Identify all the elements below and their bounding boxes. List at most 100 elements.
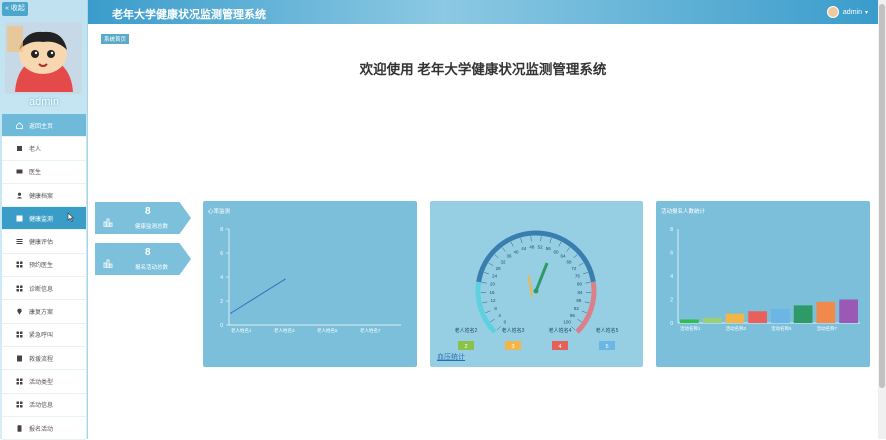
gauge-tick-label: 80 (577, 282, 583, 287)
blood-pressure-gauge: 0481216202428323640444852566064687276808… (430, 201, 643, 367)
gauge-tick-label: 16 (490, 290, 496, 295)
sidebar-item-signup[interactable]: 报名活动 (2, 417, 86, 440)
home-icon (16, 122, 23, 129)
scrollbar-thumb[interactable] (879, 4, 885, 388)
x-tick-label: 老人姓名5 (317, 327, 338, 334)
sidebar-item-label: 健康评估 (29, 237, 53, 246)
gauge-category-label: 老人姓名5 (596, 327, 619, 334)
gauge-category-label: 老人姓名2 (455, 327, 478, 334)
header-username: admin (843, 9, 862, 16)
gauge-tick-label: 100 (563, 320, 571, 325)
gauge-tick-label: 40 (514, 249, 520, 254)
sidebar-item-label: 医生 (29, 167, 41, 176)
grid-icon (16, 401, 23, 408)
sidebar-item-appointment[interactable]: 预约医生 (2, 254, 86, 277)
x-tick-label: 老人姓名7 (360, 327, 381, 334)
gauge-tick-label: 36 (507, 254, 513, 259)
chart-title[interactable]: 血压统计 (437, 352, 465, 362)
grid-icon (16, 285, 23, 292)
gauge-tick-label: 60 (553, 249, 559, 254)
sidebar-item-label: 健康监测 (29, 214, 53, 223)
gauge-tick-label: 28 (496, 266, 502, 271)
activity-bar (794, 305, 813, 323)
collapse-sidebar-button[interactable]: « 收起 (2, 2, 28, 16)
gauge-tick-label: 56 (546, 246, 552, 251)
gauge-value-label: 4 (558, 344, 561, 350)
breadcrumb[interactable]: 系统首页 (101, 34, 129, 44)
gauge-tick-label: 96 (570, 313, 576, 318)
sidebar-item-activity-type[interactable]: 活动类型 (2, 370, 86, 393)
sidebar-item-label: 诊断信息 (29, 284, 53, 293)
sidebar-item-label: 救援流程 (29, 354, 53, 363)
bar-chart-icon (103, 255, 113, 264)
y-tick-label: 2 (670, 298, 673, 304)
sidebar-item-health-record[interactable]: 健康档案 (2, 184, 86, 207)
x-tick-label: 活动名称7 (817, 325, 838, 332)
y-tick-label: 6 (220, 251, 223, 257)
app-title: 老年大学健康状况监测管理系统 (112, 6, 266, 22)
sidebar-item-rehab[interactable]: 康复方案 (2, 300, 86, 323)
y-tick-label: 8 (220, 227, 223, 233)
x-tick-label: 活动名称1 (680, 325, 701, 332)
profile-icon (16, 192, 23, 199)
user-menu[interactable]: admin ▾ (827, 6, 868, 18)
gauge-tick (585, 282, 590, 283)
stat-signup-total: 8 报名活动总数 (95, 243, 191, 275)
page-title: 欢迎使用 老年大学健康状况监测管理系统 (88, 58, 878, 78)
grid-icon (16, 261, 23, 268)
gauge-tick-label: 88 (576, 298, 582, 303)
activity-bar (726, 314, 745, 323)
gauge-tick (495, 255, 499, 258)
gauge-tick (489, 263, 493, 266)
sidebar-item-diagnosis[interactable]: 诊断信息 (2, 277, 86, 300)
y-tick-label: 4 (670, 274, 673, 280)
avatar[interactable] (5, 22, 82, 94)
data-point (284, 279, 286, 281)
page-scrollbar[interactable] (878, 0, 886, 439)
mouse-cursor-icon (67, 212, 75, 224)
gauge-value-label: 3 (511, 344, 514, 350)
heart-rate-series-line (231, 279, 285, 313)
stat-value: 8 (145, 206, 151, 217)
sidebar-item-elderly[interactable]: 老人 (2, 137, 86, 160)
sidebar-item-doctor[interactable]: 医生 (2, 161, 86, 184)
gauge-tick (571, 326, 575, 330)
x-tick-label: 活动名称3 (726, 325, 747, 332)
sidebar-item-health-assessment[interactable]: 健康评估 (2, 230, 86, 253)
x-tick-label: 老人姓名1 (231, 327, 252, 334)
sidebar-item-health-monitor[interactable]: 健康监测 (2, 207, 86, 230)
stat-label: 健康监测总数 (135, 222, 168, 230)
sidebar-item-rescue[interactable]: 救援流程 (2, 347, 86, 370)
activity-bar (839, 300, 858, 324)
gauge-tick (511, 242, 513, 246)
gauge-tick-label: 12 (491, 298, 497, 303)
pin-icon (16, 308, 23, 315)
gauge-tick-label: 52 (538, 245, 544, 250)
y-tick-label: 4 (220, 275, 223, 281)
sidebar-item-emergency[interactable]: 紧急呼叫 (2, 324, 86, 347)
gauge-tick-label: 20 (490, 282, 496, 287)
sidebar-item-home[interactable]: 返回主页 (2, 114, 86, 137)
sidebar-item-label: 紧急呼叫 (29, 330, 53, 339)
sidebar-item-label: 预约医生 (29, 260, 53, 269)
stat-value: 8 (145, 247, 151, 258)
avatar-cartoon-icon (5, 22, 82, 94)
gauge-tick (582, 311, 587, 313)
sidebar: « 收起 admin 返回主页 老人 医生 (0, 0, 88, 439)
gauge-tick (491, 319, 495, 322)
gauge-tick (577, 319, 581, 322)
gauge-category-label: 老人姓名4 (549, 327, 572, 334)
file-icon (16, 355, 23, 362)
sidebar-item-label: 报名活动 (29, 424, 53, 433)
gauge-value-label: 2 (464, 344, 467, 350)
gauge-needle-secondary (529, 276, 532, 297)
sidebar-item-activity-info[interactable]: 活动信息 (2, 394, 86, 417)
top-header: 老年大学健康状况监测管理系统 admin ▾ (88, 0, 878, 24)
gauge-tick-label: 76 (575, 274, 581, 279)
user-icon (16, 145, 23, 152)
activity-bar (680, 319, 699, 323)
gauge-value-label: 5 (605, 344, 608, 350)
gauge-tick (482, 282, 487, 283)
heart-rate-line-chart: 02468老人姓名1老人姓名3老人姓名5老人姓名7 (203, 201, 417, 367)
list-icon (16, 238, 23, 245)
